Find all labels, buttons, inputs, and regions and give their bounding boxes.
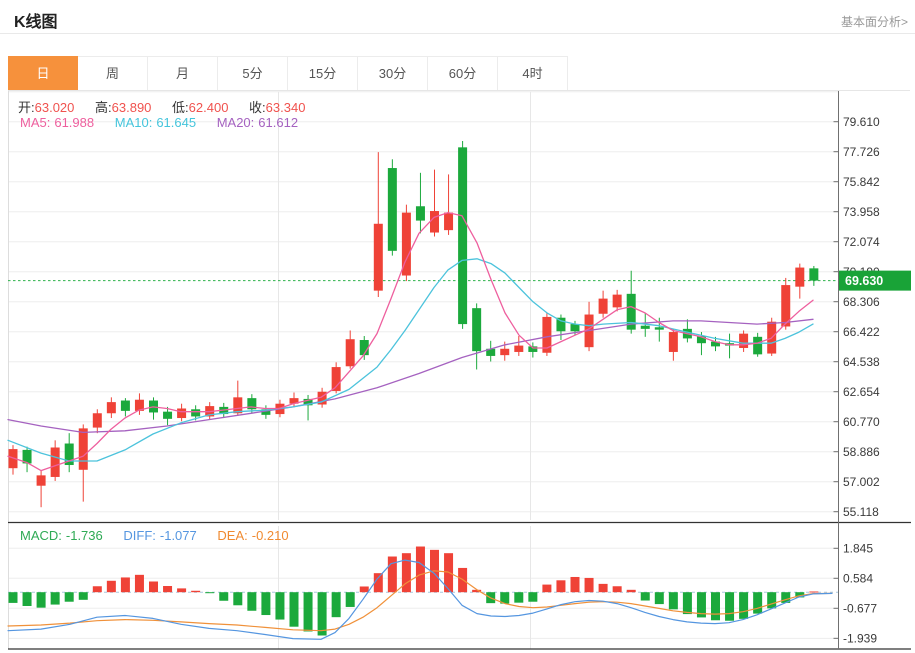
high-readout: 高:63.890: [95, 100, 151, 115]
axis-tick-label: 58.886: [843, 445, 880, 459]
axis-tick-label: 62.654: [843, 385, 880, 399]
axis-tick-label: -0.677: [843, 602, 877, 616]
kline-page: K线图 基本面分析> 日 周 月 5分 15分 30分 60分 4时 79.61…: [0, 0, 915, 653]
axis-tick-label: 57.002: [843, 475, 880, 489]
price-axis: 79.61077.72675.84273.95872.07470.19068.3…: [834, 91, 881, 649]
ma5-readout: MA5:61.988: [20, 115, 94, 130]
axis-tick-label: 72.074: [843, 235, 880, 249]
axis-tick-label: 64.538: [843, 355, 880, 369]
close-readout: 收:63.340: [249, 100, 305, 115]
axis-tick-label: 60.770: [843, 415, 880, 429]
current-price-label: 69.630: [845, 274, 883, 288]
ohlc-readout: 开:63.020 高:63.890 低:62.400 收:63.340: [18, 97, 322, 116]
axis-tick-label: 79.610: [843, 115, 880, 129]
axis-tick-label: 73.958: [843, 205, 880, 219]
axis-tick-label: 1.845: [843, 542, 873, 556]
candles-layer: [9, 141, 819, 507]
axis-tick-label: 55.118: [843, 505, 879, 519]
open-readout: 开:63.020: [18, 100, 74, 115]
dea-value-readout: DEA:-0.210: [217, 528, 288, 543]
axis-tick-label: -1.939: [843, 632, 877, 646]
ma5-line: [8, 213, 813, 471]
ma20-readout: MA20:61.612: [217, 115, 298, 130]
ma-readout: MA5:61.988 MA10:61.645 MA20:61.612: [20, 115, 315, 130]
macd-value-readout: MACD:-1.736: [20, 528, 103, 543]
low-readout: 低:62.400: [172, 100, 228, 115]
ma10-readout: MA10:61.645: [115, 115, 196, 130]
axis-tick-label: 68.306: [843, 295, 880, 309]
diff-value-readout: DIFF:-1.077: [123, 528, 196, 543]
axis-tick-label: 0.584: [843, 572, 873, 586]
axis-tick-label: 66.422: [843, 325, 880, 339]
macd-readout: MACD:-1.736 DIFF:-1.077 DEA:-0.210: [20, 528, 306, 543]
axis-tick-label: 77.726: [843, 145, 880, 159]
axis-tick-label: 75.842: [843, 175, 880, 189]
current-price-badge: 69.630: [839, 271, 911, 291]
